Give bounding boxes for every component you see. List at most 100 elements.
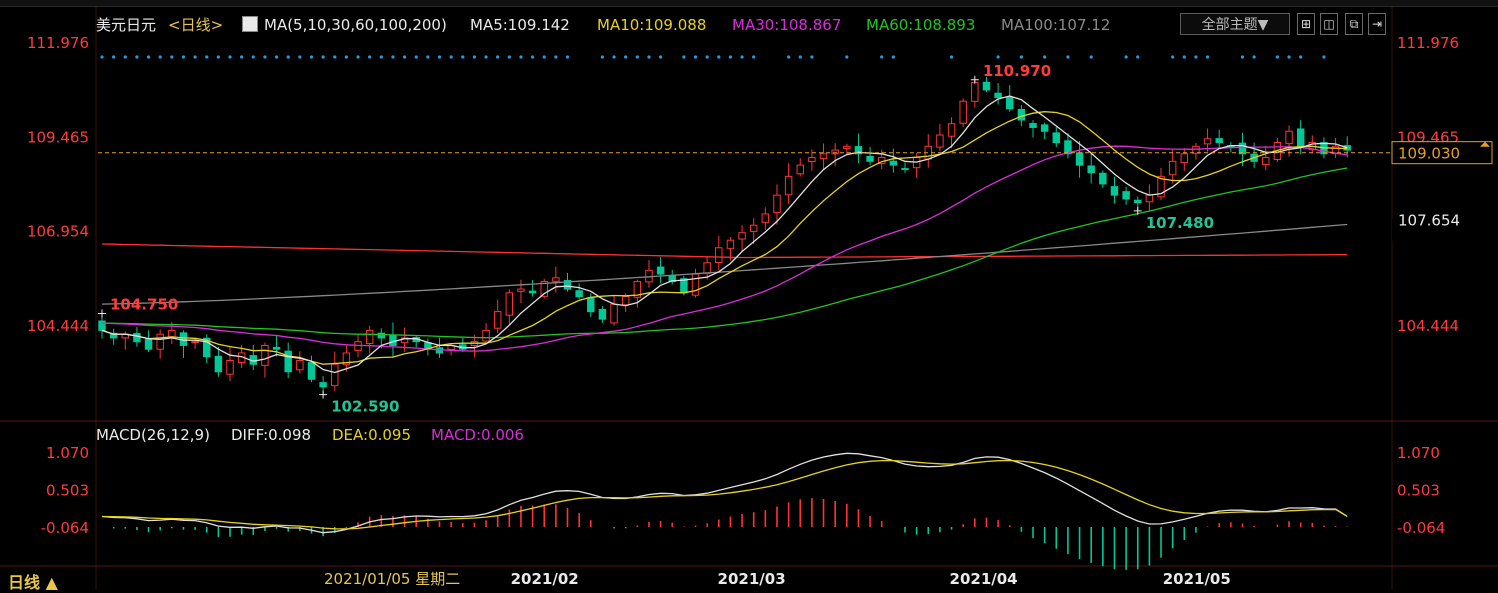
candle-body bbox=[819, 153, 828, 159]
signal-dot bbox=[496, 55, 500, 59]
candle-body bbox=[784, 175, 793, 196]
candle-body bbox=[1203, 138, 1212, 145]
macd-tick-left: 1.070 bbox=[46, 444, 89, 462]
ma100-value: MA100:107.12 bbox=[1001, 16, 1111, 34]
signal-dot bbox=[251, 55, 255, 59]
signal-dot bbox=[693, 55, 698, 59]
signal-dot bbox=[1171, 55, 1175, 59]
signal-dot bbox=[1240, 55, 1245, 59]
grid-layout-icon[interactable]: ⊞ bbox=[1297, 13, 1315, 35]
price-tick-left: 111.976 bbox=[27, 34, 89, 52]
candle-body bbox=[656, 266, 665, 275]
signal-dot bbox=[728, 55, 733, 59]
candle-body bbox=[1075, 152, 1084, 166]
signal-dot bbox=[228, 55, 232, 59]
signal-dot bbox=[286, 55, 290, 59]
expand-icon[interactable]: ⧉ bbox=[1345, 13, 1363, 35]
signal-dot bbox=[600, 55, 605, 59]
candle-body bbox=[959, 100, 967, 124]
signal-dot bbox=[135, 55, 139, 59]
candle-body bbox=[749, 224, 758, 232]
candle-body bbox=[1262, 157, 1270, 165]
signal-dot bbox=[1043, 55, 1047, 59]
candle-body bbox=[156, 333, 164, 350]
period-indicator[interactable]: 日线 ▲ bbox=[8, 569, 58, 593]
candle-body bbox=[889, 160, 898, 166]
candle-body bbox=[947, 123, 956, 137]
month-tick-label: 2021/02 bbox=[511, 570, 579, 588]
ma-settings-icon[interactable] bbox=[242, 16, 258, 32]
candle-body bbox=[191, 341, 199, 344]
candle-body bbox=[1296, 128, 1305, 147]
macd-tick-left: 0.503 bbox=[46, 482, 89, 500]
candle-body bbox=[1029, 123, 1037, 129]
price-tick-right: 104.444 bbox=[1397, 317, 1459, 335]
candle-body bbox=[610, 303, 618, 324]
signal-dot bbox=[787, 55, 791, 59]
macd-tick-right: 0.503 bbox=[1397, 482, 1440, 500]
ma100-line bbox=[101, 223, 1348, 305]
candle-body bbox=[493, 311, 502, 329]
candle-body bbox=[168, 329, 176, 338]
signal-dot bbox=[391, 55, 395, 59]
candle-body bbox=[1017, 108, 1026, 121]
month-tick-label: 2021/04 bbox=[950, 570, 1018, 588]
ma-price-tag-value: 107.654 bbox=[1398, 212, 1460, 230]
signal-dot bbox=[752, 55, 756, 59]
macd-diff-value: DIFF:0.098 bbox=[231, 426, 312, 444]
candle-body bbox=[971, 81, 979, 102]
annotation-label: 110.970 bbox=[983, 62, 1051, 80]
month-tick-label: 2021/05 bbox=[1163, 570, 1231, 588]
signal-dot bbox=[798, 55, 802, 59]
candle-body bbox=[901, 168, 909, 171]
price-tick-left: 104.444 bbox=[27, 317, 89, 335]
candle-body bbox=[261, 344, 269, 366]
signal-dot bbox=[274, 55, 279, 59]
candle-body bbox=[133, 332, 141, 343]
candle-body bbox=[331, 363, 339, 387]
signal-dot bbox=[414, 55, 418, 59]
symbol-name: 美元日元 bbox=[96, 16, 157, 34]
signal-dot bbox=[740, 55, 744, 59]
candle-body bbox=[1145, 194, 1154, 203]
candle-body bbox=[552, 277, 560, 282]
signal-dot bbox=[402, 55, 407, 59]
candle-body bbox=[1099, 172, 1107, 185]
period-selector[interactable]: <日线> bbox=[168, 15, 223, 35]
candle-body bbox=[773, 194, 781, 213]
macd-tick-right: -0.064 bbox=[1397, 519, 1445, 537]
macd-spec-label: MACD(26,12,9) bbox=[96, 426, 210, 444]
candlestick-chart[interactable]: 111.976111.976109.465109.465106.954106.9… bbox=[0, 0, 1498, 590]
candle-body bbox=[1343, 145, 1351, 151]
macd-dea-value: DEA:0.095 bbox=[332, 426, 412, 444]
signal-dot bbox=[810, 55, 814, 59]
signal-dot bbox=[717, 55, 721, 59]
signal-dot bbox=[181, 55, 186, 59]
current-price-value: 109.030 bbox=[1398, 145, 1460, 163]
signal-dot bbox=[1136, 55, 1140, 59]
signal-dot bbox=[461, 55, 465, 59]
price-tick-left: 109.465 bbox=[27, 128, 89, 146]
candle-body bbox=[587, 297, 595, 313]
price-tick-left: 106.954 bbox=[27, 223, 89, 241]
annotation-marker bbox=[98, 309, 106, 318]
signal-dot bbox=[1066, 55, 1070, 59]
candle-body bbox=[1087, 165, 1095, 174]
signal-dot bbox=[1205, 55, 1210, 59]
signal-dot bbox=[530, 55, 535, 59]
theme-button[interactable]: 全部主题▼ bbox=[1180, 13, 1290, 35]
candle-body bbox=[575, 290, 583, 298]
signal-dot bbox=[216, 55, 220, 59]
candle-body bbox=[284, 350, 292, 373]
annotation-label: 104.750 bbox=[110, 296, 178, 314]
candle-body bbox=[296, 359, 304, 371]
signal-dot bbox=[146, 55, 151, 59]
signal-dot bbox=[1124, 55, 1128, 59]
candle-body bbox=[1168, 160, 1177, 176]
candle-body bbox=[691, 273, 700, 296]
export-icon[interactable]: ⇥ bbox=[1368, 13, 1386, 35]
signal-dot bbox=[449, 55, 453, 59]
candle-body bbox=[365, 329, 374, 344]
ma200-line bbox=[101, 243, 1348, 259]
split-view-icon[interactable]: ◫ bbox=[1320, 13, 1338, 35]
